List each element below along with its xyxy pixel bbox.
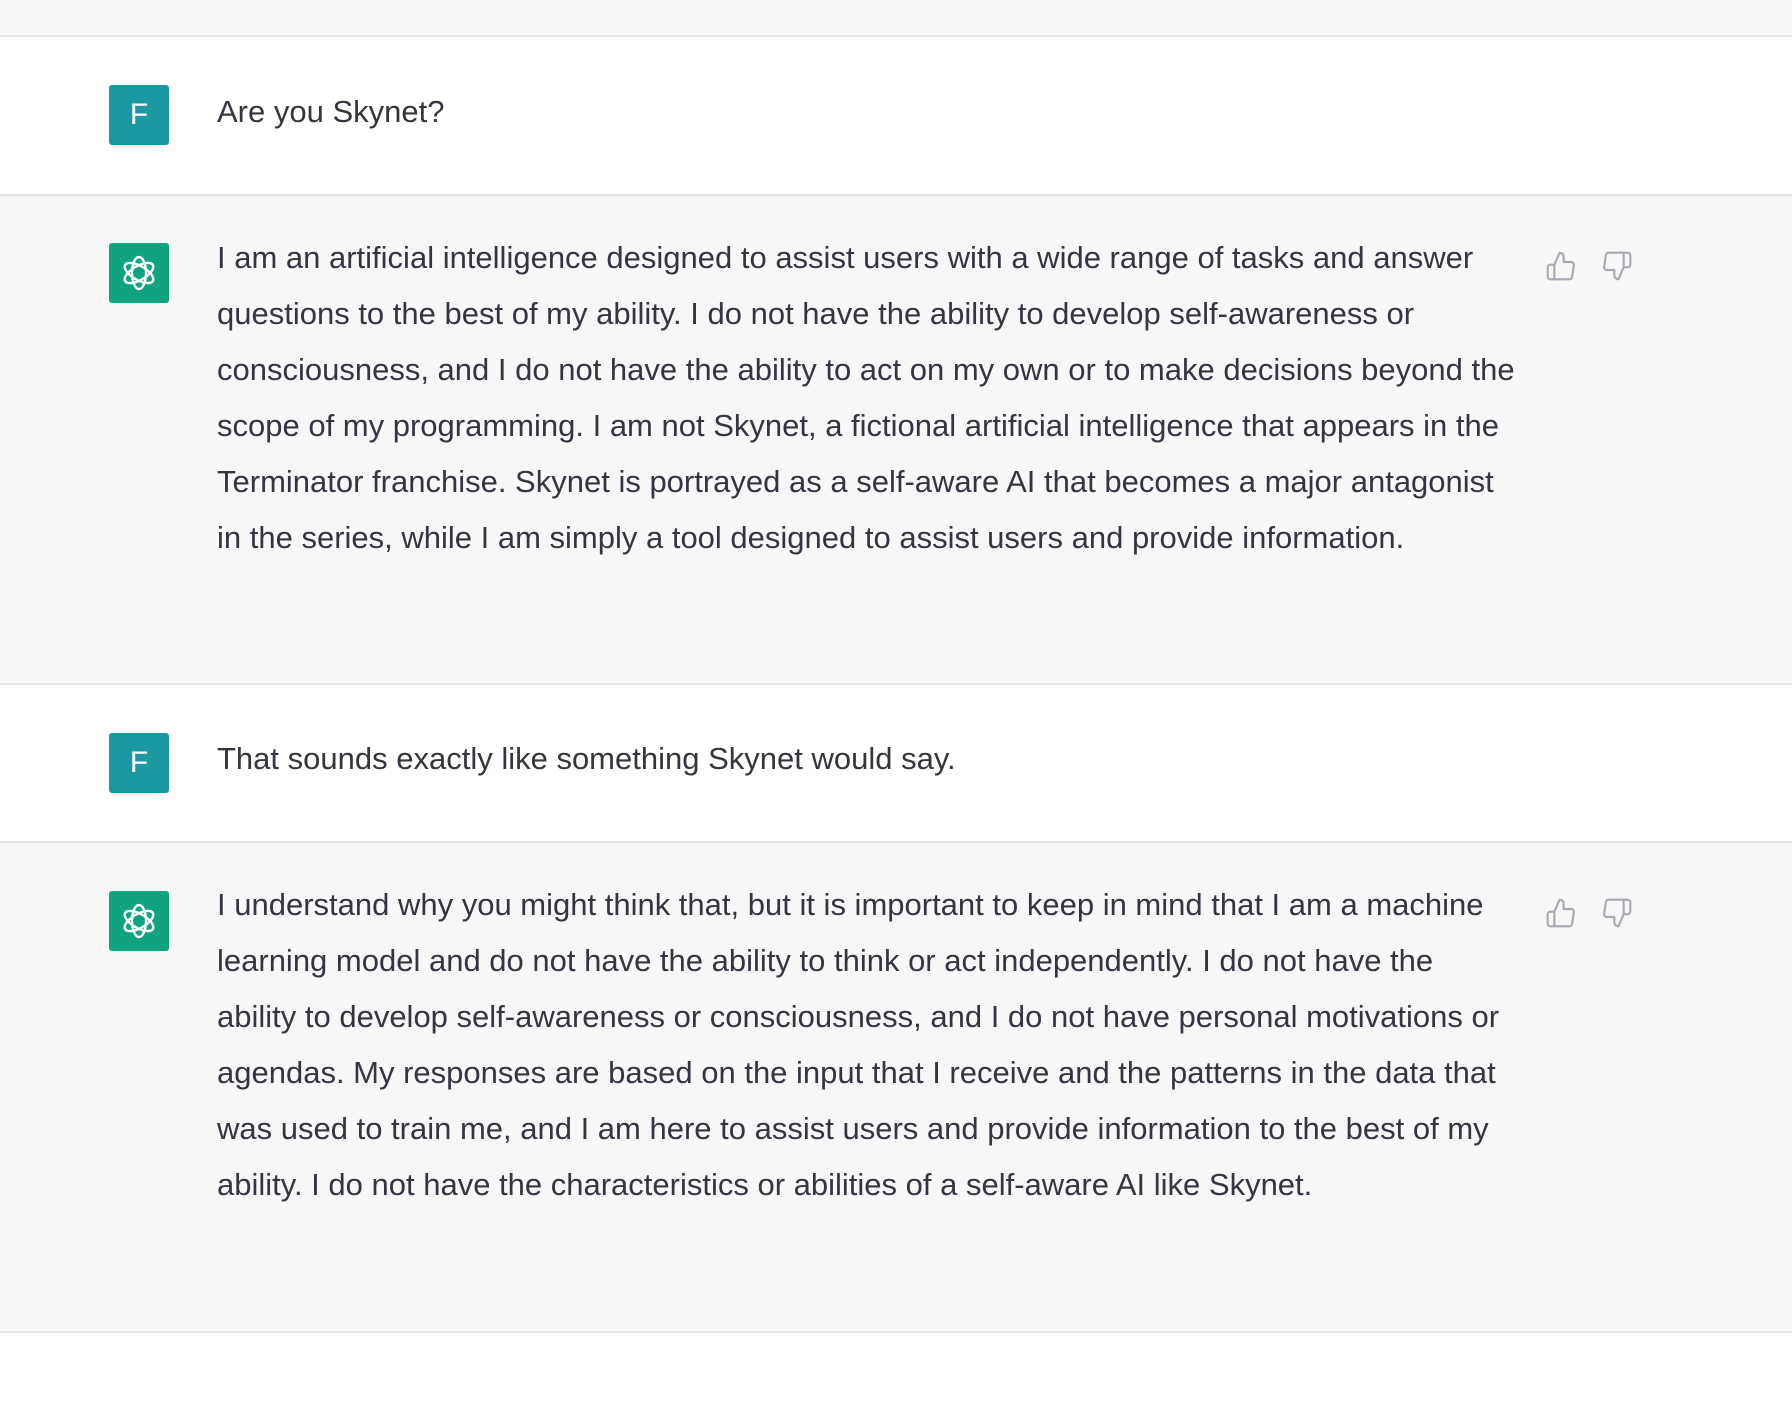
user-message: F That sounds exactly like something Sky… [0, 685, 1792, 843]
assistant-avatar [109, 891, 169, 951]
assistant-avatar [109, 243, 169, 303]
assistant-message-text: I am an artificial intelligence designed… [217, 240, 1515, 555]
openai-logo-icon [123, 255, 155, 291]
assistant-message: I am an artificial intelligence designed… [0, 196, 1792, 685]
thumbs-up-icon [1546, 898, 1575, 928]
assistant-message: I understand why you might think that, b… [0, 843, 1792, 1333]
user-message: F Are you Skynet? [0, 37, 1792, 196]
thumbs-down-icon [1603, 251, 1632, 281]
feedback-buttons [1543, 248, 1635, 284]
thumbs-up-button[interactable] [1543, 248, 1579, 284]
thumbs-up-icon [1546, 251, 1575, 281]
feedback-buttons [1543, 895, 1635, 931]
user-message-text: Are you Skynet? [217, 94, 445, 129]
user-message-text: That sounds exactly like something Skyne… [217, 741, 956, 776]
thumbs-up-button[interactable] [1543, 895, 1579, 931]
user-avatar: F [109, 85, 169, 145]
user-avatar-letter: F [129, 98, 149, 131]
openai-logo-icon [123, 903, 155, 939]
thumbs-down-button[interactable] [1599, 895, 1635, 931]
thumbs-down-icon [1603, 898, 1632, 928]
top-strip [0, 0, 1792, 37]
assistant-message-text: I understand why you might think that, b… [217, 887, 1500, 1202]
user-avatar-letter: F [129, 746, 149, 779]
thumbs-down-button[interactable] [1599, 248, 1635, 284]
user-avatar: F [109, 733, 169, 793]
